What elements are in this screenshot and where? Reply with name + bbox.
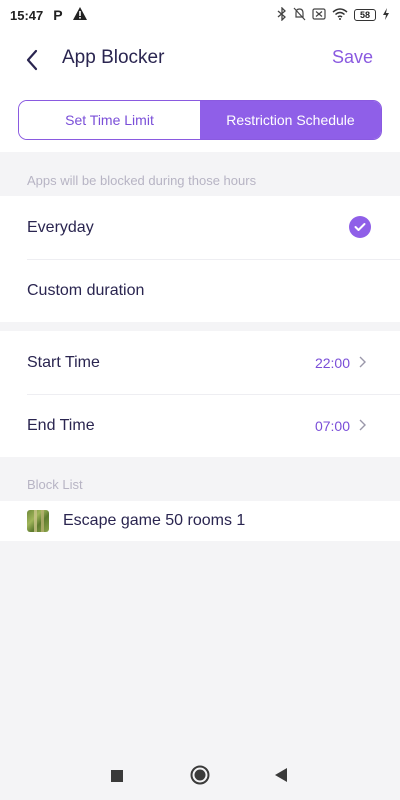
end-time-row[interactable]: End Time 07:00: [0, 394, 400, 457]
tab-restriction-schedule[interactable]: Restriction Schedule: [200, 101, 381, 139]
chevron-right-icon: [359, 419, 366, 431]
app-icon: [27, 510, 49, 532]
charging-icon: [382, 7, 390, 23]
back-triangle-icon: [275, 768, 287, 782]
start-time-label: Start Time: [27, 353, 100, 371]
end-time-value: 07:00: [314, 417, 350, 434]
app-name: Escape game 50 rooms 1: [63, 512, 246, 529]
tab-bar-container: Set Time Limit Restriction Schedule: [0, 90, 400, 152]
square-icon: [111, 770, 123, 782]
chevron-right-icon: [359, 356, 366, 368]
schedule-options: Everyday Custom duration: [0, 196, 400, 322]
block-list: Escape game 50 rooms 1: [0, 501, 400, 541]
home-circle-icon: [190, 765, 210, 785]
sim-off-icon: [312, 7, 326, 23]
silent-bell-icon: [293, 7, 306, 24]
back-nav-button[interactable]: [275, 768, 288, 787]
schedule-section-label: Apps will be blocked during those hours: [27, 173, 257, 188]
time-settings: Start Time 22:00 End Time 07:00: [0, 331, 400, 457]
battery-indicator: 58: [354, 9, 376, 21]
system-nav-bar: [0, 750, 400, 800]
end-time-label: End Time: [27, 416, 95, 434]
save-button[interactable]: Save: [332, 47, 373, 68]
check-circle-icon: [349, 216, 371, 238]
list-item[interactable]: Escape game 50 rooms 1: [0, 501, 400, 541]
warning-icon: [72, 7, 87, 23]
status-time: 15:47: [10, 7, 44, 23]
tab-bar: Set Time Limit Restriction Schedule: [18, 100, 382, 140]
option-custom-duration[interactable]: Custom duration: [0, 259, 400, 322]
status-bar: 15:47 P 58: [0, 0, 400, 30]
back-button[interactable]: [20, 48, 44, 72]
tab-set-time-limit[interactable]: Set Time Limit: [19, 101, 200, 139]
home-button[interactable]: [190, 765, 210, 790]
start-time-value: 22:00: [314, 354, 350, 371]
page-title: App Blocker: [62, 47, 165, 68]
option-label: Everyday: [27, 218, 94, 236]
block-list-label: Block List: [27, 477, 83, 492]
recents-button[interactable]: [111, 769, 123, 787]
app-header: App Blocker Save: [0, 30, 400, 90]
option-everyday[interactable]: Everyday: [0, 196, 400, 259]
bluetooth-icon: [277, 5, 287, 24]
option-label: Custom duration: [27, 281, 145, 299]
chevron-left-icon: [26, 49, 38, 71]
start-time-row[interactable]: Start Time 22:00: [0, 331, 400, 394]
wifi-icon: [332, 7, 348, 23]
notification-p-icon: P: [53, 7, 63, 23]
